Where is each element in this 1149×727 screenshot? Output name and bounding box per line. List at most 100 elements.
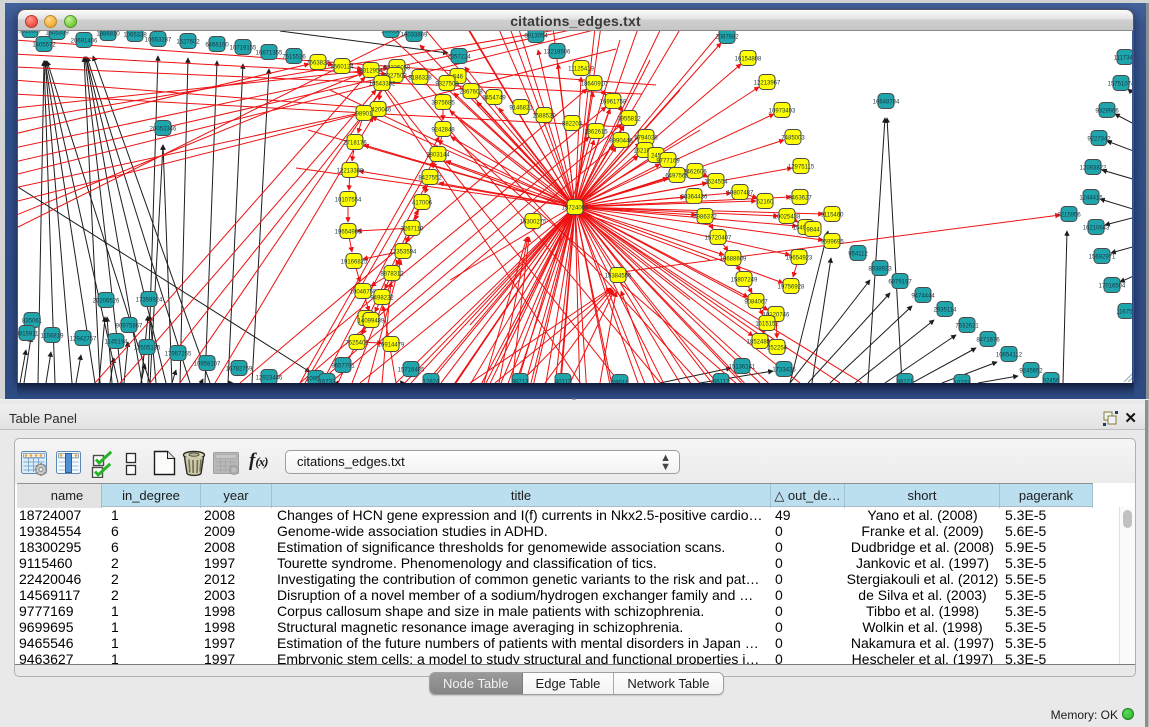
svg-text:8660124: 8660124 xyxy=(330,65,354,71)
svg-text:160338: 160338 xyxy=(381,31,402,35)
svg-text:10688609: 10688609 xyxy=(720,257,747,263)
svg-text:8912954: 8912954 xyxy=(359,69,383,75)
svg-text:1527602: 1527602 xyxy=(176,40,200,46)
svg-text:19756928: 19756928 xyxy=(778,285,805,291)
svg-text:2803144: 2803144 xyxy=(426,153,450,159)
svg-text:882203: 882203 xyxy=(562,122,583,128)
svg-text:15720407: 15720407 xyxy=(705,236,732,242)
svg-text:8454749: 8454749 xyxy=(482,96,506,102)
svg-text:10654112: 10654112 xyxy=(996,353,1023,359)
svg-text:1362615: 1362615 xyxy=(584,130,608,136)
svg-text:15716485: 15716485 xyxy=(398,368,425,374)
svg-text:16210643: 16210643 xyxy=(1083,226,1110,232)
svg-text:10233: 10233 xyxy=(954,381,971,384)
svg-text:835061: 835061 xyxy=(22,319,43,325)
svg-text:15692971: 15692971 xyxy=(1089,255,1116,261)
svg-text:10543382: 10543382 xyxy=(369,82,396,88)
svg-text:2718176: 2718176 xyxy=(343,141,367,147)
svg-text:11125419: 11125419 xyxy=(568,67,594,73)
svg-text:9463627: 9463627 xyxy=(788,196,812,202)
svg-text:65112: 65112 xyxy=(713,380,730,384)
svg-text:9245652: 9245652 xyxy=(1019,369,1043,375)
svg-text:9657791: 9657791 xyxy=(331,364,355,370)
svg-text:9115460: 9115460 xyxy=(821,213,845,219)
svg-text:9777169: 9777169 xyxy=(656,159,680,165)
svg-text:6879197: 6879197 xyxy=(888,280,912,286)
svg-text:16671355: 16671355 xyxy=(256,51,283,57)
svg-text:10653287: 10653287 xyxy=(145,38,172,44)
svg-text:8878312: 8878312 xyxy=(380,272,404,278)
svg-text:1886810: 1886810 xyxy=(96,32,120,38)
svg-text:20364436: 20364436 xyxy=(681,195,708,201)
svg-text:8938923: 8938923 xyxy=(868,267,892,273)
svg-text:12505135: 12505135 xyxy=(134,346,161,352)
svg-text:7462606: 7462606 xyxy=(683,170,707,176)
svg-text:7986372: 7986372 xyxy=(693,215,717,221)
svg-text:10107554: 10107554 xyxy=(335,198,362,204)
svg-text:92456: 92456 xyxy=(1043,379,1060,384)
svg-text:1117345: 1117345 xyxy=(1114,56,1132,62)
svg-text:9474444: 9474444 xyxy=(911,294,935,300)
svg-text:10025438: 10025438 xyxy=(774,215,801,221)
svg-text:16961758: 16961758 xyxy=(600,100,627,106)
svg-text:9146821: 9146821 xyxy=(509,106,533,112)
svg-text:16154808: 16154808 xyxy=(735,57,762,63)
svg-text:17359924: 17359924 xyxy=(136,298,163,304)
svg-text:20206526: 20206526 xyxy=(93,299,120,305)
svg-text:10807487: 10807487 xyxy=(727,191,754,197)
svg-text:7357224: 7357224 xyxy=(447,55,471,61)
svg-text:16648784: 16648784 xyxy=(873,100,900,106)
svg-text:20053346: 20053346 xyxy=(150,127,177,133)
svg-text:7515526: 7515526 xyxy=(282,55,306,61)
svg-text:29011: 29011 xyxy=(612,381,629,384)
svg-text:12942757: 12942757 xyxy=(70,337,97,343)
svg-text:10958107: 10958107 xyxy=(194,362,221,368)
svg-text:8471676: 8471676 xyxy=(976,338,1000,344)
svg-text:6794028: 6794028 xyxy=(634,136,658,142)
svg-text:8186328: 8186328 xyxy=(408,76,432,82)
svg-text:9227342: 9227342 xyxy=(1087,137,1111,143)
svg-text:20691406: 20691406 xyxy=(71,39,98,45)
svg-text:1405572: 1405572 xyxy=(32,43,56,49)
svg-text:12923446: 12923446 xyxy=(256,376,283,382)
svg-text:12213389: 12213389 xyxy=(337,169,364,175)
svg-text:18724007: 18724007 xyxy=(562,206,589,212)
svg-text:1615152: 1615152 xyxy=(755,322,779,328)
svg-text:15300275: 15300275 xyxy=(520,220,547,226)
svg-text:8813054: 8813054 xyxy=(524,34,548,40)
svg-text:3267110: 3267110 xyxy=(401,227,425,233)
svg-text:90975867: 90975867 xyxy=(116,324,143,330)
svg-text:1244415: 1244415 xyxy=(1079,196,1103,202)
svg-text:7632621: 7632621 xyxy=(955,324,979,330)
svg-text:12353594: 12353594 xyxy=(390,250,417,256)
svg-text:1733426: 1733426 xyxy=(772,368,796,374)
svg-text:9327508: 9327508 xyxy=(435,82,459,88)
svg-text:16782759: 16782759 xyxy=(226,367,253,373)
svg-text:6466160: 6466160 xyxy=(205,43,229,49)
svg-text:9699695: 9699695 xyxy=(820,240,844,246)
svg-text:18640910: 18640910 xyxy=(581,82,608,88)
svg-text:1156819: 1156819 xyxy=(41,334,65,340)
svg-text:417006: 417006 xyxy=(412,201,433,207)
svg-text:10719155: 10719155 xyxy=(230,46,257,52)
svg-text:2867608: 2867608 xyxy=(459,90,483,96)
svg-text:7485003: 7485003 xyxy=(781,136,805,142)
svg-text:88121: 88121 xyxy=(897,380,914,384)
svg-text:2935114: 2935114 xyxy=(934,308,958,314)
svg-text:9844: 9844 xyxy=(806,228,820,234)
svg-text:15751074: 15751074 xyxy=(1108,82,1132,88)
svg-text:19654923: 19654923 xyxy=(786,256,813,262)
svg-text:16733: 16733 xyxy=(319,380,336,384)
svg-text:14099489: 14099489 xyxy=(358,319,385,325)
svg-text:16033809: 16033809 xyxy=(401,33,428,39)
svg-text:13218506: 13218506 xyxy=(544,50,571,56)
svg-text:9084067: 9084067 xyxy=(744,300,768,306)
svg-text:8990448: 8990448 xyxy=(609,139,633,145)
svg-text:12824: 12824 xyxy=(423,380,440,384)
svg-text:7625402: 7625402 xyxy=(345,341,369,347)
svg-text:116753: 116753 xyxy=(1116,310,1132,316)
svg-text:1588520: 1588520 xyxy=(532,114,556,120)
svg-text:252254: 252254 xyxy=(767,346,788,352)
svg-text:7955812: 7955812 xyxy=(617,117,641,123)
svg-text:9242848: 9242848 xyxy=(431,128,455,134)
